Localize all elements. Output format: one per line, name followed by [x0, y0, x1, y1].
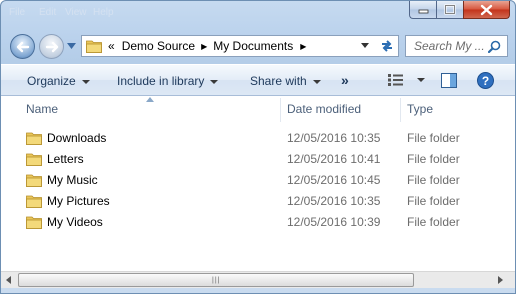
help-button[interactable]: ?	[477, 72, 494, 92]
file-row[interactable]: My Pictures 12/05/2016 10:35 File folder	[1, 191, 471, 212]
file-date-modified: 12/05/2016 10:35	[287, 194, 381, 208]
scroll-right-icon[interactable]	[498, 276, 503, 284]
menu-edit: Edit	[39, 7, 57, 18]
horizontal-scrollbar[interactable]: |||	[1, 271, 515, 289]
chevron-down-icon	[312, 79, 321, 84]
file-name: Downloads	[47, 131, 107, 145]
file-type: File folder	[407, 131, 460, 145]
file-row[interactable]: Downloads 12/05/2016 10:35 File folder	[1, 128, 471, 149]
menu-file: File	[9, 7, 26, 18]
maximize-icon	[444, 4, 456, 15]
sort-ascending-icon	[146, 97, 154, 102]
address-overflow[interactable]: «	[108, 39, 115, 53]
chevron-down-icon	[210, 79, 219, 84]
forward-arrow-icon	[45, 41, 58, 52]
command-bar: Organize Include in library Share with »…	[1, 64, 515, 96]
organize-label: Organize	[27, 74, 76, 88]
search-icon[interactable]	[488, 40, 501, 53]
organize-button[interactable]: Organize	[27, 74, 90, 88]
window-bottom-edge	[1, 288, 515, 293]
back-button[interactable]	[10, 34, 35, 59]
window-controls	[409, 1, 510, 19]
minimize-icon	[418, 9, 428, 14]
file-type: File folder	[407, 173, 460, 187]
share-with-button[interactable]: Share with	[250, 74, 321, 88]
scrollbar-thumb[interactable]: |||	[18, 273, 414, 287]
close-button[interactable]	[463, 1, 510, 19]
file-type: File folder	[407, 215, 460, 229]
file-date-modified: 12/05/2016 10:41	[287, 152, 381, 166]
breadcrumb-my-documents[interactable]: My Documents	[213, 39, 293, 53]
scrollbar-grip-icon: |||	[212, 277, 221, 284]
scroll-left-icon[interactable]	[6, 276, 11, 284]
back-arrow-icon	[16, 41, 29, 52]
column-divider[interactable]	[280, 98, 281, 122]
file-name: My Music	[47, 173, 98, 187]
file-row[interactable]: Letters 12/05/2016 10:41 File folder	[1, 149, 471, 170]
refresh-button[interactable]	[375, 35, 399, 57]
recent-pages-icon[interactable]	[67, 43, 76, 49]
preview-pane-button[interactable]	[441, 73, 457, 91]
preview-pane-icon	[441, 73, 457, 88]
column-divider[interactable]	[400, 98, 401, 122]
minimize-button[interactable]	[409, 1, 436, 19]
include-in-library-button[interactable]: Include in library	[117, 74, 219, 88]
maximize-button[interactable]	[436, 1, 463, 19]
file-date-modified: 12/05/2016 10:35	[287, 131, 381, 145]
file-type: File folder	[407, 194, 460, 208]
explorer-window: File Edit View Help « Demo Source ▶ My D…	[0, 0, 516, 294]
folder-icon	[26, 153, 42, 166]
file-name: My Pictures	[47, 194, 110, 208]
column-header-name[interactable]: Name	[26, 96, 58, 122]
close-icon	[480, 4, 493, 15]
folder-icon	[86, 40, 102, 53]
breadcrumb-demo-source[interactable]: Demo Source	[122, 39, 195, 53]
share-with-label: Share with	[250, 74, 307, 88]
folder-icon	[26, 174, 42, 187]
menu-view: View	[65, 7, 87, 18]
file-row[interactable]: My Music 12/05/2016 10:45 File folder	[1, 170, 471, 191]
column-header-date-modified[interactable]: Date modified	[287, 96, 361, 122]
search-box[interactable]: Search My ...	[405, 35, 508, 57]
chevron-down-icon	[81, 79, 90, 84]
refresh-icon	[382, 40, 392, 52]
title-bar[interactable]: File Edit View Help	[1, 1, 515, 29]
file-list: Name Date modified Type Downloads 12/05/2…	[1, 96, 515, 271]
file-date-modified: 12/05/2016 10:45	[287, 173, 381, 187]
folder-icon	[26, 132, 42, 145]
folder-icon	[26, 216, 42, 229]
file-name: Letters	[47, 152, 84, 166]
more-commands-button[interactable]: »	[341, 72, 349, 88]
views-dropdown-icon[interactable]	[417, 78, 425, 82]
change-view-button[interactable]	[388, 74, 404, 89]
search-input[interactable]: Search My ...	[406, 39, 488, 53]
address-bar[interactable]: « Demo Source ▶ My Documents ▶	[81, 35, 399, 57]
menu-help: Help	[93, 7, 114, 18]
file-date-modified: 12/05/2016 10:39	[287, 215, 381, 229]
folder-icon	[26, 195, 42, 208]
file-row[interactable]: My Videos 12/05/2016 10:39 File folder	[1, 212, 471, 233]
navigation-bar: « Demo Source ▶ My Documents ▶ Search My…	[1, 32, 515, 62]
svg-text:?: ?	[482, 74, 489, 88]
help-icon: ?	[477, 72, 494, 89]
breadcrumb-separator[interactable]: ▶	[201, 42, 207, 51]
include-in-library-label: Include in library	[117, 74, 205, 88]
file-name: My Videos	[47, 215, 103, 229]
forward-button[interactable]	[39, 34, 64, 59]
column-header-type[interactable]: Type	[407, 96, 433, 122]
views-icon	[388, 74, 403, 86]
file-type: File folder	[407, 152, 460, 166]
breadcrumb-separator[interactable]: ▶	[300, 42, 306, 51]
address-dropdown-icon[interactable]	[361, 43, 369, 48]
